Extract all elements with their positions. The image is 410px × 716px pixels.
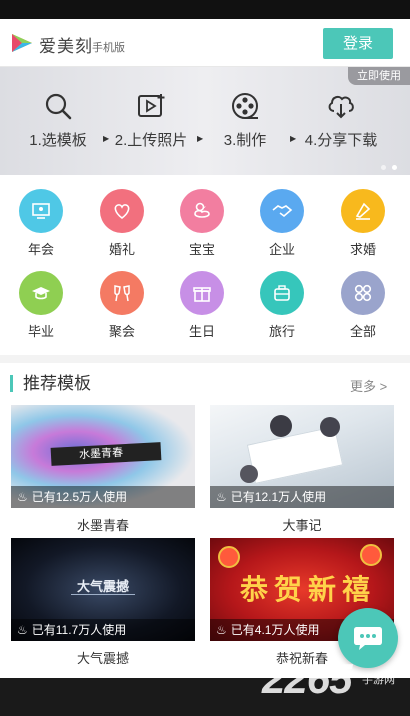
category-label: 求婚 bbox=[349, 242, 376, 257]
banner-carousel[interactable]: 立即使用 1.选模板 ▶ 2.上传照片 ▶ 3.制作 ▶ 4.分享下载 bbox=[0, 67, 410, 175]
usage-count: ♨ 已有12.5万人使用 bbox=[11, 486, 195, 508]
category-grid: 年会 婚礼 宝宝 企业 求婚 毕业 聚会 生日 旅行 全部 bbox=[0, 175, 410, 355]
carousel-dot[interactable] bbox=[381, 165, 386, 170]
grid-icon bbox=[341, 271, 385, 315]
usage-count: ♨ 已有11.7万人使用 bbox=[11, 619, 195, 641]
fire-icon: ♨ bbox=[17, 490, 28, 504]
category-all[interactable]: 全部 bbox=[328, 271, 398, 340]
film-reel-icon bbox=[232, 93, 258, 119]
graduation-cap-icon bbox=[19, 271, 63, 315]
logo-icon bbox=[12, 34, 32, 52]
category-baby[interactable]: 宝宝 bbox=[167, 189, 237, 258]
template-thumbnail: ♨ 已有12.1万人使用 bbox=[210, 405, 394, 508]
category-annual-meeting[interactable]: 年会 bbox=[6, 189, 76, 258]
step-arrow-icon: ▶ bbox=[290, 134, 297, 143]
category-label: 宝宝 bbox=[188, 242, 215, 257]
fire-icon: ♨ bbox=[216, 490, 227, 504]
login-button[interactable]: 登录 bbox=[323, 28, 393, 59]
category-label: 旅行 bbox=[268, 324, 295, 339]
monitor-icon bbox=[19, 189, 63, 233]
heart-icon bbox=[100, 189, 144, 233]
category-label: 企业 bbox=[268, 242, 295, 257]
carousel-dot-active[interactable] bbox=[392, 165, 397, 170]
carousel-indicator bbox=[375, 157, 397, 175]
gift-icon bbox=[180, 271, 224, 315]
category-label: 年会 bbox=[27, 242, 54, 257]
app-screen: 爱美刻 手机版 登录 立即使用 1.选模板 ▶ 2.上传照片 ▶ 3.制作 ▶ … bbox=[0, 19, 410, 678]
category-label: 生日 bbox=[188, 324, 215, 339]
thumbnail-text: 水墨青春 bbox=[78, 445, 124, 462]
brand-name: 爱美刻 bbox=[39, 37, 93, 56]
category-label: 毕业 bbox=[27, 324, 54, 339]
category-enterprise[interactable]: 企业 bbox=[247, 189, 317, 258]
template-thumbnail: 水墨青春 ♨ 已有12.5万人使用 bbox=[11, 405, 195, 508]
step-make: 3.制作 bbox=[205, 91, 285, 150]
brand-subtitle: 手机版 bbox=[92, 42, 125, 54]
duck-icon bbox=[180, 189, 224, 233]
step-select-template: 1.选模板 bbox=[18, 91, 98, 150]
status-bar bbox=[0, 0, 410, 19]
step-label: 4.分享下载 bbox=[304, 132, 378, 149]
step-arrow-icon: ▶ bbox=[103, 134, 110, 143]
step-arrow-icon: ▶ bbox=[197, 134, 204, 143]
thumbnail-text: 恭贺新禧 bbox=[240, 574, 377, 605]
category-wedding[interactable]: 婚礼 bbox=[87, 189, 157, 258]
step-upload-photo: 2.上传照片 bbox=[111, 91, 191, 150]
thumbnail-text: 大气震撼 bbox=[77, 579, 130, 594]
search-icon bbox=[45, 93, 72, 120]
chat-bubble-icon bbox=[354, 627, 382, 650]
template-title: 大气震撼 bbox=[76, 651, 129, 666]
header: 爱美刻 手机版 登录 bbox=[0, 19, 410, 67]
template-thumbnail: 大气震撼 ♨ 已有11.7万人使用 bbox=[11, 538, 195, 641]
cloud-download-icon bbox=[328, 95, 354, 119]
handshake-icon bbox=[260, 189, 304, 233]
watermark-sub: 手游网 bbox=[362, 674, 395, 686]
template-title: 大事记 bbox=[282, 518, 322, 533]
category-travel[interactable]: 旅行 bbox=[247, 271, 317, 340]
step-label: 2.上传照片 bbox=[114, 132, 188, 149]
category-proposal[interactable]: 求婚 bbox=[328, 189, 398, 258]
template-card[interactable]: ♨ 已有12.1万人使用 大事记 bbox=[210, 405, 394, 534]
step-label: 3.制作 bbox=[223, 132, 267, 149]
fire-icon: ♨ bbox=[216, 623, 227, 637]
more-link[interactable]: 更多 > bbox=[350, 376, 387, 395]
luggage-icon bbox=[260, 271, 304, 315]
category-label: 婚礼 bbox=[108, 242, 135, 257]
ring-icon bbox=[341, 189, 385, 233]
watermark: 2265 bbox=[262, 655, 352, 702]
template-card[interactable]: 水墨青春 ♨ 已有12.5万人使用 水墨青春 bbox=[11, 405, 195, 534]
step-share-download: 4.分享下载 bbox=[301, 91, 381, 150]
section-title: 推荐模板 bbox=[10, 375, 91, 392]
template-title: 水墨青春 bbox=[76, 518, 129, 533]
category-party[interactable]: 聚会 bbox=[87, 271, 157, 340]
usage-count: ♨ 已有12.1万人使用 bbox=[210, 486, 394, 508]
template-card[interactable]: 大气震撼 ♨ 已有11.7万人使用 大气震撼 bbox=[11, 538, 195, 667]
category-graduation[interactable]: 毕业 bbox=[6, 271, 76, 340]
cheers-icon bbox=[100, 271, 144, 315]
upload-photo-icon bbox=[138, 94, 165, 117]
fire-icon: ♨ bbox=[17, 623, 28, 637]
category-birthday[interactable]: 生日 bbox=[167, 271, 237, 340]
step-label: 1.选模板 bbox=[29, 132, 87, 149]
use-now-tag[interactable]: 立即使用 bbox=[348, 67, 410, 85]
category-label: 全部 bbox=[349, 324, 376, 339]
category-label: 聚会 bbox=[108, 324, 135, 339]
